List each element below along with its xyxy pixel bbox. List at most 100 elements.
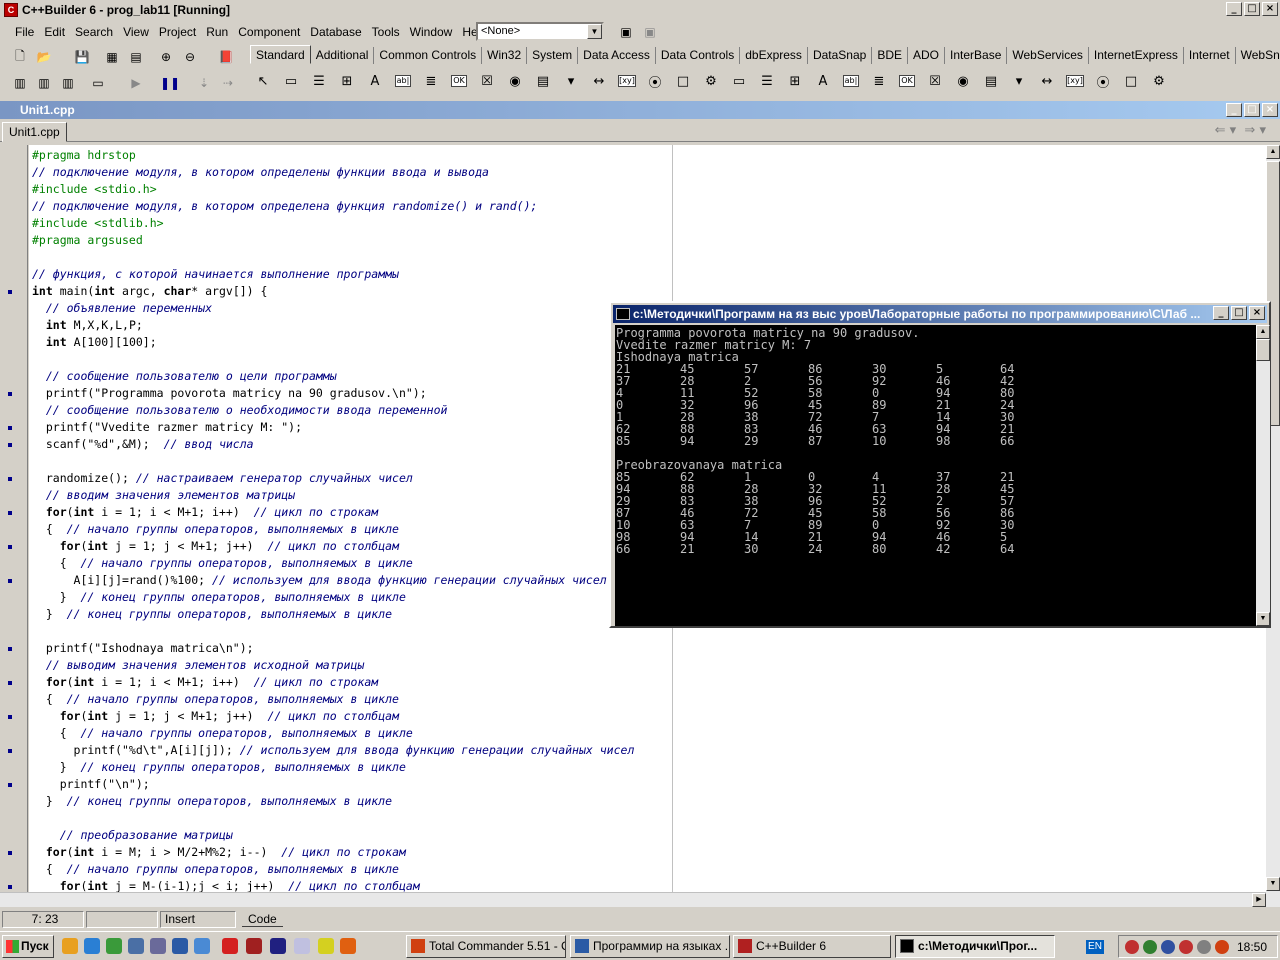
palette-tab-webservices[interactable]: WebServices (1007, 47, 1089, 64)
view-unit-icon[interactable]: ▥ (10, 73, 30, 93)
task-word-document[interactable]: Программир на языках ... (570, 935, 730, 958)
executable-line-marker[interactable] (8, 511, 12, 515)
executable-line-marker[interactable] (8, 681, 12, 685)
editor-gutter[interactable] (0, 145, 28, 907)
save-all-icon[interactable]: ▦ (102, 47, 122, 67)
palette-tab-internetexpress[interactable]: InternetExpress (1089, 47, 1184, 64)
memo-icon[interactable]: ≣ (866, 69, 892, 93)
editor-minimize-button[interactable]: _ (1226, 103, 1242, 117)
label-icon[interactable]: A (810, 69, 836, 93)
set-debug-desktop-icon[interactable]: ▣ (640, 22, 660, 42)
panel-icon[interactable]: □ (1118, 69, 1144, 93)
quicklaunch-app-icon[interactable] (128, 938, 144, 954)
executable-line-marker[interactable] (8, 477, 12, 481)
executable-line-marker[interactable] (8, 783, 12, 787)
palette-tab-datasnap[interactable]: DataSnap (808, 47, 873, 64)
trace-into-icon[interactable]: ⇣ (194, 73, 214, 93)
help-book-icon[interactable]: 📕 (216, 47, 236, 67)
run-icon[interactable]: ▶ (126, 73, 146, 93)
listbox-icon[interactable]: ▤ (530, 69, 556, 93)
project-combo[interactable]: <None> ▼ (476, 22, 604, 41)
executable-line-marker[interactable] (8, 749, 12, 753)
editor-maximize-button[interactable]: □ (1244, 103, 1260, 117)
add-to-project-icon[interactable]: ⊕ (156, 47, 176, 67)
menu-view[interactable]: View (118, 25, 154, 39)
quicklaunch-doc-icon[interactable] (294, 938, 310, 954)
tab-code[interactable]: Code (242, 912, 283, 927)
palette-tab-data-controls[interactable]: Data Controls (656, 47, 741, 64)
remove-from-project-icon[interactable]: ⊖ (180, 47, 200, 67)
palette-tab-bde[interactable]: BDE (872, 47, 908, 64)
executable-line-marker[interactable] (8, 392, 12, 396)
menu-run[interactable]: Run (201, 25, 233, 39)
save-icon[interactable]: 💾 (72, 47, 92, 67)
quicklaunch-arrow-icon[interactable] (340, 938, 356, 954)
executable-line-marker[interactable] (8, 426, 12, 430)
start-button[interactable]: Пуск (2, 935, 54, 958)
palette-tab-ado[interactable]: ADO (908, 47, 946, 64)
main-menu-icon[interactable]: ☰ (754, 69, 780, 93)
tray-app3-icon[interactable] (1215, 940, 1229, 954)
console-minimize-button[interactable]: _ (1213, 306, 1229, 320)
edit-icon[interactable]: ab| (838, 69, 864, 93)
main-menu-icon[interactable]: ☰ (306, 69, 332, 93)
quicklaunch-acrobat-icon[interactable] (246, 938, 262, 954)
palette-tab-additional[interactable]: Additional (311, 47, 375, 64)
tab-unit1-cpp[interactable]: Unit1.cpp (2, 122, 67, 142)
executable-line-marker[interactable] (8, 851, 12, 855)
checkbox-icon[interactable]: ☒ (922, 69, 948, 93)
menu-tools[interactable]: Tools (367, 25, 405, 39)
executable-line-marker[interactable] (8, 545, 12, 549)
desktop-save-icon[interactable]: ▣ (616, 22, 636, 42)
step-over-icon[interactable]: ⇢ (218, 73, 238, 93)
checkbox-icon[interactable]: ☒ (474, 69, 500, 93)
palette-tab-websnap[interactable]: WebSnap (1236, 47, 1280, 64)
tray-app2-icon[interactable] (1161, 940, 1175, 954)
popup-menu-icon[interactable]: ⊞ (782, 69, 808, 93)
console-scrollbar[interactable]: ▲ ▼ (1256, 325, 1270, 626)
console-scroll-down[interactable]: ▼ (1256, 612, 1270, 626)
scrollbar-icon[interactable]: ↔ (1034, 69, 1060, 93)
scrollbar-icon[interactable]: ↔ (586, 69, 612, 93)
quicklaunch-opera-icon[interactable] (222, 938, 238, 954)
open-project-icon[interactable]: ▤ (126, 47, 146, 67)
console-scroll-thumb[interactable] (1256, 339, 1270, 361)
palette-tab-common-controls[interactable]: Common Controls (374, 47, 483, 64)
close-button[interactable]: × (1262, 2, 1278, 16)
scroll-right-button[interactable]: ▶ (1252, 893, 1266, 907)
back-arrow-icon[interactable]: ⇐ (1215, 123, 1226, 138)
palette-tab-data-access[interactable]: Data Access (578, 47, 656, 64)
menu-project[interactable]: Project (154, 25, 201, 39)
console-maximize-button[interactable]: □ (1231, 306, 1247, 320)
radiobutton-icon[interactable]: ◉ (502, 69, 528, 93)
executable-line-marker[interactable] (8, 443, 12, 447)
palette-tab-dbexpress[interactable]: dbExpress (740, 47, 808, 64)
executable-line-marker[interactable] (8, 715, 12, 719)
new-form-icon[interactable]: ▭ (88, 73, 108, 93)
tray-network-icon[interactable] (1143, 940, 1157, 954)
radiogroup-icon[interactable]: ⦿ (642, 69, 668, 93)
menu-search[interactable]: Search (70, 25, 118, 39)
combobox-icon[interactable]: ▾ (1006, 69, 1032, 93)
quicklaunch-media-icon[interactable] (106, 938, 122, 954)
palette-tab-system[interactable]: System (527, 47, 579, 64)
palette-tab-standard[interactable]: Standard (250, 45, 311, 64)
palette-tab-win32[interactable]: Win32 (482, 47, 528, 64)
popup-menu-icon[interactable]: ⊞ (334, 69, 360, 93)
panel-icon[interactable]: □ (670, 69, 696, 93)
pause-icon[interactable]: ❚❚ (160, 73, 180, 93)
task-total-commander[interactable]: Total Commander 5.51 - С... (406, 935, 566, 958)
frame-icon[interactable]: ▭ (726, 69, 752, 93)
editor-close-button[interactable]: × (1262, 103, 1278, 117)
quicklaunch-net-icon[interactable] (172, 938, 188, 954)
executable-line-marker[interactable] (8, 885, 12, 889)
menu-window[interactable]: Window (405, 25, 458, 39)
minimize-button[interactable]: _ (1226, 2, 1242, 16)
tray-antivirus-icon[interactable] (1179, 940, 1193, 954)
quicklaunch-ie-icon[interactable] (84, 938, 100, 954)
executable-line-marker[interactable] (8, 290, 12, 294)
language-indicator[interactable]: EN (1086, 940, 1104, 954)
menu-file[interactable]: File (10, 25, 39, 39)
groupbox-icon[interactable]: [xy] (614, 69, 640, 93)
open-icon[interactable]: 📂 (34, 47, 54, 67)
